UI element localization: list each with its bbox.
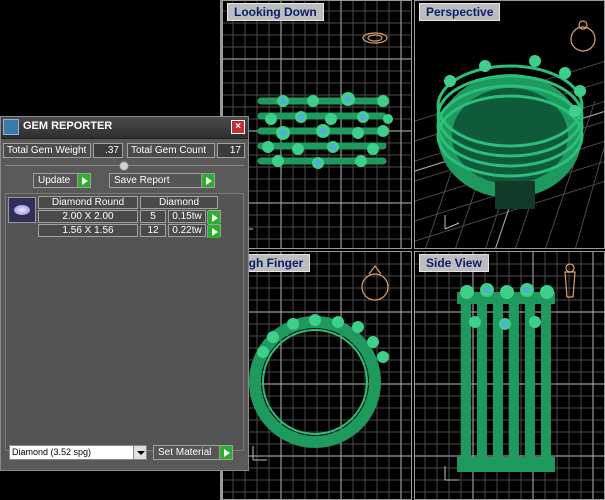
gem-reporter-titlebar[interactable]: GEM REPORTER × <box>1 117 248 139</box>
gem-size-cell: 1.56 X 1.56 <box>38 224 138 237</box>
gem-reporter-icon <box>3 119 19 135</box>
viewport-through-finger[interactable]: ough Finger <box>222 251 412 500</box>
ring-model-perspective <box>436 64 584 209</box>
gem-count-cell: 5 <box>140 210 166 223</box>
gem-cut-header: Diamond Round <box>38 196 138 209</box>
axis-indicator-front <box>252 446 267 461</box>
viewport-side-view[interactable]: Side View <box>414 251 605 500</box>
gem-size-cell: 2.00 X 2.00 <box>38 210 138 223</box>
collapse-toggle[interactable] <box>119 161 129 171</box>
grid <box>415 20 604 248</box>
select-row-button[interactable] <box>207 210 221 224</box>
ring-icon-perspective <box>570 20 596 52</box>
set-material-button-label: Set Material <box>158 447 212 458</box>
total-gem-count-label: Total Gem Count <box>127 143 215 158</box>
ring-icon-front <box>361 265 389 301</box>
diamond-round-icon <box>8 197 36 223</box>
viewport-label-side: Side View <box>419 254 489 272</box>
set-material-button[interactable]: Set Material <box>153 445 233 460</box>
gem-count-cell: 12 <box>140 224 166 237</box>
grid <box>223 252 411 499</box>
gem-reporter-panel[interactable]: GEM REPORTER × Total Gem Weight .37 Tota… <box>0 116 249 471</box>
gem-reporter-title: GEM REPORTER <box>23 120 113 132</box>
play-icon <box>207 225 220 238</box>
gem-material-header: Diamond <box>140 196 218 209</box>
total-gem-count-value: 17 <box>217 143 245 158</box>
play-icon <box>201 174 214 187</box>
play-icon <box>207 211 220 224</box>
update-button-label: Update <box>38 175 71 186</box>
ring-icon-top <box>362 32 388 44</box>
ring-icon-side <box>564 263 576 298</box>
play-icon <box>219 446 232 459</box>
material-select-value: Diamond (3.52 spg) <box>12 447 92 457</box>
viewport-label-top: Looking Down <box>227 3 324 21</box>
gem-weight-cell: 0.22tw <box>168 224 206 237</box>
grid <box>223 1 411 248</box>
play-icon <box>77 174 90 187</box>
save-report-button[interactable]: Save Report <box>109 173 215 188</box>
totals-row: Total Gem Weight .37 Total Gem Count 17 <box>3 143 246 159</box>
update-button[interactable]: Update <box>33 173 91 188</box>
close-icon[interactable]: × <box>231 120 245 134</box>
viewport-looking-down[interactable]: Looking Down <box>222 0 412 249</box>
total-gem-weight-label: Total Gem Weight <box>3 143 91 158</box>
gem-weight-cell: 0.15tw <box>168 210 206 223</box>
chevron-down-icon <box>133 446 146 459</box>
total-gem-weight-value: .37 <box>93 143 123 158</box>
save-report-button-label: Save Report <box>114 175 170 186</box>
viewport-perspective[interactable]: Perspective <box>414 0 605 249</box>
material-select[interactable]: Diamond (3.52 spg) <box>9 445 147 460</box>
grid <box>415 252 604 499</box>
select-row-button[interactable] <box>207 224 221 238</box>
gem-results-list: Diamond Round Diamond 2.00 X 2.00 5 0.15… <box>5 193 244 451</box>
axis-indicator-perspective <box>444 215 460 230</box>
viewport-label-perspective: Perspective <box>419 3 501 21</box>
